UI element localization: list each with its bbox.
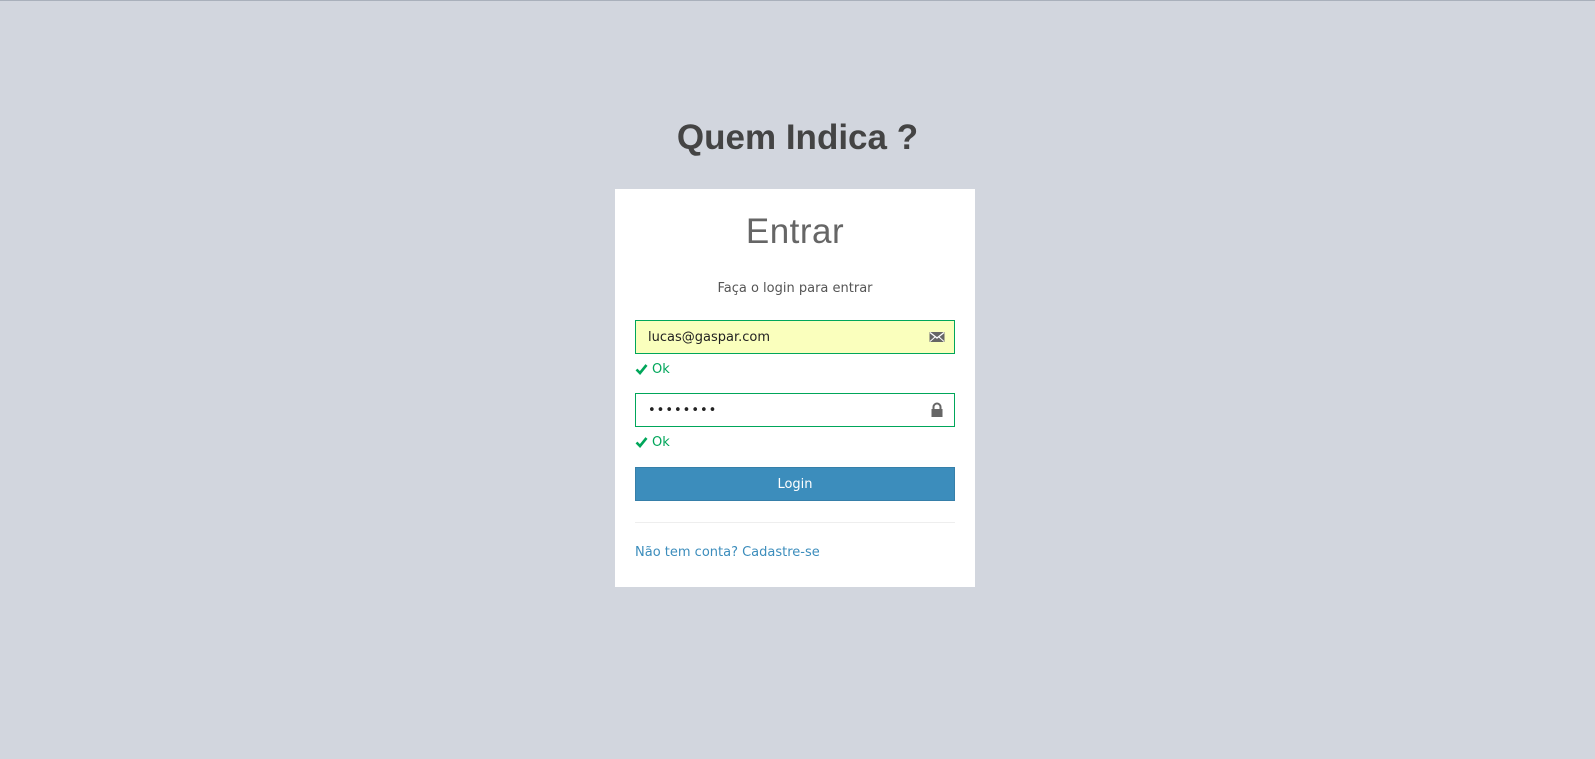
email-field[interactable]	[635, 320, 955, 354]
email-status-text: Ok	[652, 361, 670, 377]
login-button[interactable]: Login	[635, 467, 955, 501]
login-box: Entrar Faça o login para entrar Ok Ok Lo…	[615, 189, 975, 587]
divider	[635, 522, 955, 523]
email-status: Ok	[635, 360, 955, 378]
check-icon	[635, 364, 648, 375]
app-logo[interactable]: Quem Indica ?	[0, 118, 1595, 158]
lock-icon	[931, 402, 943, 417]
password-field-group	[635, 393, 955, 427]
password-field[interactable]	[635, 393, 955, 427]
register-link[interactable]: Não tem conta? Cadastre-se	[635, 544, 820, 562]
login-title: Entrar	[745, 212, 845, 251]
envelope-icon	[929, 331, 945, 342]
login-message: Faça o login para entrar	[717, 281, 873, 296]
password-status-text: Ok	[652, 434, 670, 450]
email-field-group	[635, 320, 955, 354]
check-icon	[635, 437, 648, 448]
password-status: Ok	[635, 433, 955, 451]
